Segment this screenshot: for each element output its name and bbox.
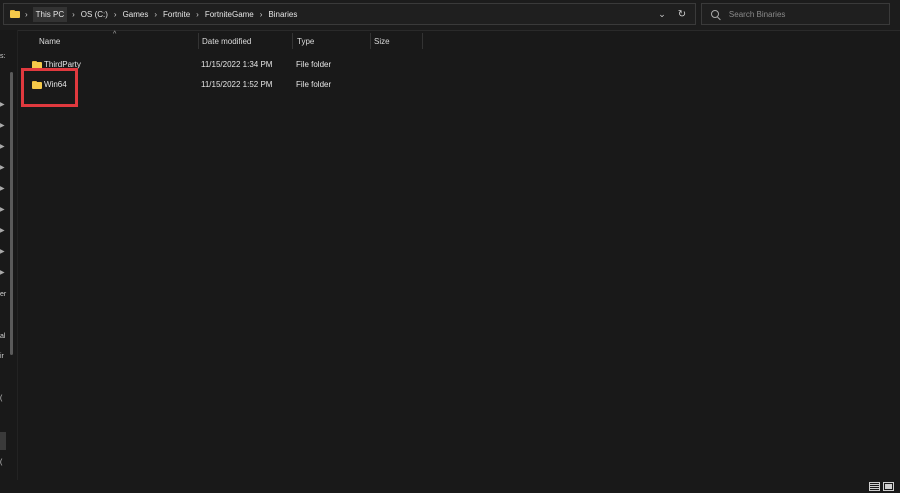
column-divider[interactable] xyxy=(292,33,293,49)
nav-scrollbar[interactable] xyxy=(10,72,13,355)
chevron-right-icon[interactable]: ▶ xyxy=(0,207,6,213)
nav-item-label[interactable]: al xyxy=(0,333,5,340)
column-divider[interactable] xyxy=(198,33,199,49)
column-header-name[interactable]: Name xyxy=(39,37,60,46)
nav-item-label[interactable]: er xyxy=(0,291,6,298)
folder-icon xyxy=(10,10,20,18)
chevron-right-icon[interactable]: ▶ xyxy=(0,270,6,276)
chevron-down-icon[interactable]: ⌄ xyxy=(655,9,669,20)
sort-ascending-icon: ^ xyxy=(113,31,117,38)
breadcrumb-os-drive[interactable]: OS (C:) xyxy=(80,8,109,21)
file-list[interactable]: ^ Name Date modified Type Size ThirdPart… xyxy=(18,30,900,480)
file-row-thirdparty[interactable]: ThirdParty 11/15/2022 1:34 PM File folde… xyxy=(26,58,526,78)
column-header-size[interactable]: Size xyxy=(374,37,390,46)
chevron-right-icon[interactable]: ▶ xyxy=(0,186,6,192)
large-icons-view-icon[interactable] xyxy=(883,482,894,491)
search-box[interactable] xyxy=(701,3,890,25)
nav-item-selected[interactable] xyxy=(0,432,6,450)
chevron-right-icon[interactable]: › xyxy=(196,10,199,19)
navigation-pane[interactable]: s: ▶ ▶ ▶ ▶ ▶ ▶ ▶ ▶ ▶ er al ir ( ( xyxy=(0,30,18,480)
chevron-right-icon[interactable]: ▶ xyxy=(0,144,6,150)
chevron-right-icon[interactable]: › xyxy=(260,10,263,19)
breadcrumb-this-pc[interactable]: This PC xyxy=(32,6,68,22)
breadcrumb-fortnitegame[interactable]: FortniteGame xyxy=(204,8,255,21)
chevron-right-icon[interactable]: › xyxy=(72,10,75,19)
column-header-type[interactable]: Type xyxy=(297,37,314,46)
chevron-right-icon[interactable]: ▶ xyxy=(0,249,6,255)
toolbar: › This PC › OS (C:) › Games › Fortnite ›… xyxy=(0,0,900,31)
breadcrumb-games[interactable]: Games xyxy=(122,8,150,21)
search-icon xyxy=(711,10,719,18)
search-input[interactable] xyxy=(726,8,889,20)
status-bar xyxy=(0,480,900,493)
breadcrumb-binaries[interactable]: Binaries xyxy=(267,8,298,21)
file-row-win64[interactable]: Win64 11/15/2022 1:52 PM File folder xyxy=(26,78,526,98)
chevron-right-icon[interactable]: ▶ xyxy=(0,228,6,234)
file-type: File folder xyxy=(296,80,332,89)
column-divider[interactable] xyxy=(422,33,423,49)
address-bar[interactable]: › This PC › OS (C:) › Games › Fortnite ›… xyxy=(3,3,696,25)
file-type: File folder xyxy=(296,60,332,69)
chevron-right-icon[interactable]: ▶ xyxy=(0,165,6,171)
chevron-right-icon[interactable]: ▶ xyxy=(0,123,6,129)
chevron-right-icon[interactable]: › xyxy=(25,10,28,19)
chevron-right-icon[interactable]: ▶ xyxy=(0,102,6,108)
highlight-annotation xyxy=(21,68,78,107)
details-view-icon[interactable] xyxy=(869,482,880,491)
breadcrumb-fortnite[interactable]: Fortnite xyxy=(162,8,191,21)
chevron-right-icon[interactable]: › xyxy=(154,10,157,19)
chevron-right-icon[interactable]: › xyxy=(114,10,117,19)
column-headers: ^ Name Date modified Type Size xyxy=(18,30,900,52)
nav-item-label[interactable]: s: xyxy=(0,53,5,60)
file-date-modified: 11/15/2022 1:34 PM xyxy=(201,60,273,69)
nav-item-label[interactable]: ir xyxy=(0,353,4,360)
nav-item-label[interactable]: ( xyxy=(0,459,2,466)
column-header-date-modified[interactable]: Date modified xyxy=(202,37,251,46)
file-date-modified: 11/15/2022 1:52 PM xyxy=(201,80,273,89)
nav-item-label[interactable]: ( xyxy=(0,395,2,402)
refresh-icon[interactable]: ↻ xyxy=(675,9,689,20)
column-divider[interactable] xyxy=(370,33,371,49)
